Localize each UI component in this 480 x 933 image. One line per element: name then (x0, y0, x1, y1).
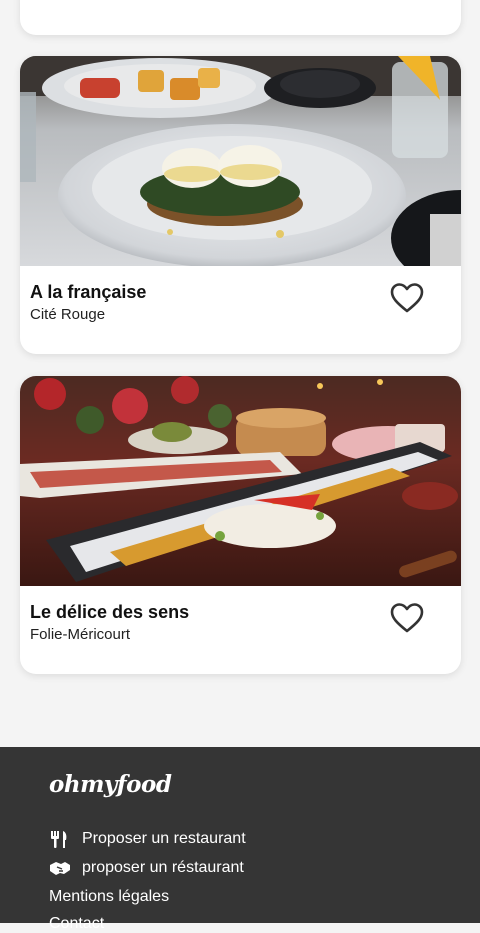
footer-link-label: proposer un réstaurant (82, 859, 244, 876)
restaurant-name: A la française (30, 282, 147, 302)
footer-link-label: Mentions légales (49, 888, 170, 905)
footer-link-partner[interactable]: proposer un réstaurant (49, 859, 244, 877)
footer-link-propose-restaurant[interactable]: Proposer un restaurant (49, 830, 246, 848)
footer-logo[interactable]: ohmyfood (49, 771, 172, 798)
heart-icon[interactable] (389, 282, 425, 314)
utensils-icon (51, 831, 67, 848)
restaurant-name: Le délice des sens (30, 602, 190, 622)
footer-link-legal[interactable]: Mentions légales (49, 888, 169, 906)
footer-link-label: Contact (49, 915, 105, 932)
footer-link-label: Proposer un restaurant (82, 830, 246, 847)
restaurant-location: Cité Rouge (30, 306, 106, 323)
restaurant-card[interactable]: A la française Cité Rouge (20, 56, 461, 354)
footer-link-contact[interactable]: Contact (49, 915, 104, 933)
restaurant-card-partial[interactable] (20, 0, 461, 35)
fish-platter-photo (20, 376, 461, 586)
handshake-icon (50, 862, 70, 875)
restaurant-card[interactable]: Le délice des sens Folie-Méricourt (20, 376, 461, 674)
eggs-benedict-dish-photo (20, 56, 461, 266)
restaurant-location: Folie-Méricourt (30, 626, 131, 643)
heart-icon[interactable] (389, 602, 425, 634)
site-footer: ohmyfood Proposer un restaurant proposer… (0, 747, 480, 932)
